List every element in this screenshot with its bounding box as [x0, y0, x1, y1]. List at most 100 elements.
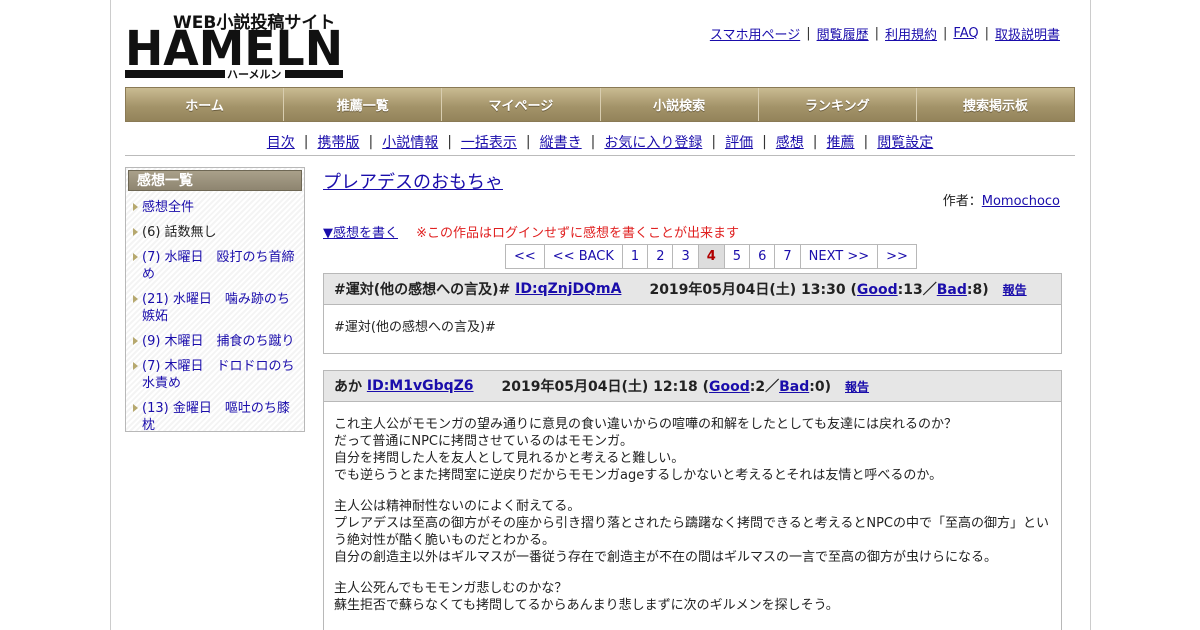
comment-date: 2019年05月04日(土) 13:30 [649, 282, 846, 298]
logo-graphic: WEB小説投稿サイト HAMELN ハーメルン [125, 12, 343, 80]
separator: | [762, 133, 767, 150]
commenter-name: #運対(他の感想への言及)# [334, 282, 511, 298]
link-faq[interactable]: FAQ [953, 26, 978, 41]
subnav-comments[interactable]: 感想 [776, 132, 804, 152]
separator: | [711, 133, 717, 150]
nav-home[interactable]: ホーム [126, 88, 285, 121]
link-manual[interactable]: 取扱説明書 [995, 24, 1060, 43]
separator: | [812, 133, 818, 150]
sidebar-heading: 感想一覧 [128, 170, 302, 191]
commenter-id-link[interactable]: ID:M1vGbqZ6 [367, 378, 474, 394]
author-label: 作者： [942, 194, 982, 209]
page-first[interactable]: << [506, 245, 545, 268]
sidebar-item: (9) 木曜日 捕食のち蹴り [132, 333, 298, 350]
good-count: 13 [903, 282, 923, 298]
comment-body: これ主人公がモモンガの望み通りに意見の食い違いからの喧嘩の和解をしたとしても友達… [324, 402, 1061, 630]
report-link[interactable]: 報告 [845, 378, 869, 395]
subnav-view-settings[interactable]: 閲覧設定 [877, 132, 933, 152]
sidebar-item-all[interactable]: 感想全件 [142, 200, 194, 215]
login-warning: ※この作品はログインせずに感想を書くことが出来ます [416, 226, 740, 241]
novel-title: プレアデスのおもちゃ [323, 168, 503, 194]
main-nav: ホーム 推薦一覧 マイページ 小説検索 ランキング 捜索掲示板 [125, 87, 1075, 122]
nav-recommendations[interactable]: 推薦一覧 [284, 88, 443, 121]
comment: あか ID:M1vGbqZ6 2019年05月04日(土) 12:18 (Goo… [323, 370, 1062, 630]
nav-novel-search[interactable]: 小説検索 [600, 88, 759, 121]
separator: | [447, 133, 452, 150]
sidebar-item: (7) 水曜日 殴打のち首締め [132, 249, 298, 283]
bad-link[interactable]: Bad [937, 282, 967, 298]
bad-count: 8 [972, 282, 983, 298]
separator: | [590, 133, 596, 150]
hameln-logo[interactable]: WEB小説投稿サイト HAMELN ハーメルン [125, 10, 345, 80]
report-link[interactable]: 報告 [1003, 281, 1027, 298]
logo-kana: ハーメルン [227, 68, 281, 80]
bad-link[interactable]: Bad [779, 379, 809, 395]
page-next[interactable]: NEXT >> [800, 245, 879, 268]
comment-date: 2019年05月04日(土) 12:18 [501, 379, 698, 395]
sidebar-item-episode[interactable]: (7) 水曜日 殴打のち首締め [142, 250, 295, 282]
write-comment-row: ▼感想を書く ※この作品はログインせずに感想を書くことが出来ます [323, 222, 739, 241]
commenter-id-link[interactable]: ID:qZnjDQmA [515, 281, 621, 297]
good-count: 2 [755, 379, 766, 395]
comment-meta: 2019年05月04日(土) 13:30 (Good:13／Bad:8) [649, 282, 989, 298]
subnav-show-all[interactable]: 一括表示 [461, 132, 517, 152]
page-number[interactable]: 2 [648, 245, 674, 268]
page-number[interactable]: 6 [750, 245, 776, 268]
comment-paragraph: 主人公は精神耐性ないのによく耐えてる。 プレアデスは至高の御方がその座から引き摺… [334, 499, 1049, 565]
subnav-toc[interactable]: 目次 [267, 132, 295, 152]
comment: #運対(他の感想への言及)# ID:qZnjDQmA 2019年05月04日(土… [323, 273, 1062, 354]
sidebar-item-episode[interactable]: (13) 金曜日 嘔吐のち膝枕 [142, 401, 290, 433]
link-history[interactable]: 閲覧履歴 [817, 24, 869, 43]
novel-sub-nav: 目次 | 携帯版 | 小説情報 | 一括表示 | 縦書き | お気に入り登録 |… [125, 128, 1075, 156]
subnav-mobile[interactable]: 携帯版 [317, 132, 359, 152]
page-number[interactable]: 1 [622, 245, 649, 268]
author-link[interactable]: Momochoco [982, 194, 1060, 209]
pagination: << << BACK 1 2 3 4 5 6 7 NEXT >> >> [505, 244, 917, 269]
sidebar-item: (13) 金曜日 嘔吐のち膝枕 [132, 400, 298, 434]
separator: | [525, 133, 531, 150]
page-number[interactable]: 3 [673, 245, 699, 268]
comment-text: #運対(他の感想への言及)# [334, 320, 496, 335]
subnav-novel-info[interactable]: 小説情報 [382, 132, 438, 152]
page-number[interactable]: 5 [724, 245, 751, 268]
comments-sidebar: 感想一覧 感想全件 (6) 話数無し (7) 水曜日 殴打のち首締め (21) … [125, 167, 305, 434]
page-current: 4 [698, 245, 725, 268]
separator: | [303, 133, 309, 150]
separator: | [943, 26, 948, 41]
sidebar-item: 感想全件 [132, 199, 298, 216]
sidebar-item-episode[interactable]: (7) 木曜日 ドロドロのち水責め [142, 359, 295, 391]
comment-paragraph: これ主人公がモモンガの望み通りに意見の食い違いからの喧嘩の和解をしたとしても友達… [334, 417, 957, 483]
nav-mypage[interactable]: マイページ [442, 88, 601, 121]
nav-search-board[interactable]: 捜索掲示板 [916, 88, 1075, 121]
good-link[interactable]: Good [857, 282, 898, 298]
sidebar-item-episode[interactable]: (21) 水曜日 噛み跡のち嫉妬 [142, 292, 290, 324]
subnav-favorite[interactable]: お気に入り登録 [604, 132, 702, 152]
author-line: 作者：Momochoco [943, 190, 1060, 209]
sidebar-list: 感想全件 (6) 話数無し (7) 水曜日 殴打のち首締め (21) 水曜日 噛… [126, 193, 304, 434]
sidebar-item: (6) 話数無し [132, 224, 298, 241]
subnav-rating[interactable]: 評価 [725, 132, 753, 152]
comment-meta: 2019年05月04日(土) 12:18 (Good:2／Bad:0) [501, 379, 831, 395]
bad-count: 0 [814, 379, 825, 395]
top-links: スマホ用ページ | 閲覧履歴 | 利用規約 | FAQ | 取扱説明書 [710, 24, 1060, 43]
nav-ranking[interactable]: ランキング [758, 88, 917, 121]
link-smartphone[interactable]: スマホ用ページ [710, 24, 800, 43]
page-back[interactable]: << BACK [544, 245, 623, 268]
good-link[interactable]: Good [709, 379, 750, 395]
comment-paragraph: 主人公死んでもモモンガ悲しむのかな？ 蘇生拒否で蘇らなくても拷問してるからあんま… [334, 581, 839, 613]
subnav-vertical[interactable]: 縦書き [540, 132, 582, 152]
link-terms[interactable]: 利用規約 [885, 24, 937, 43]
sidebar-item: (21) 水曜日 噛み跡のち嫉妬 [132, 291, 298, 325]
page-last[interactable]: >> [878, 245, 916, 268]
separator: | [874, 26, 879, 41]
sidebar-item-episode[interactable]: (9) 木曜日 捕食のち蹴り [142, 334, 295, 349]
comment-header: あか ID:M1vGbqZ6 2019年05月04日(土) 12:18 (Goo… [324, 371, 1061, 402]
commenter-name: あか [334, 379, 362, 395]
separator: | [806, 26, 811, 41]
page-number[interactable]: 7 [775, 245, 801, 268]
novel-title-link[interactable]: プレアデスのおもちゃ [323, 172, 503, 193]
separator: | [368, 133, 374, 150]
comment-body: #運対(他の感想への言及)# [324, 305, 1061, 353]
write-comment-link[interactable]: ▼感想を書く [323, 226, 398, 241]
subnav-recommend[interactable]: 推薦 [827, 132, 855, 152]
